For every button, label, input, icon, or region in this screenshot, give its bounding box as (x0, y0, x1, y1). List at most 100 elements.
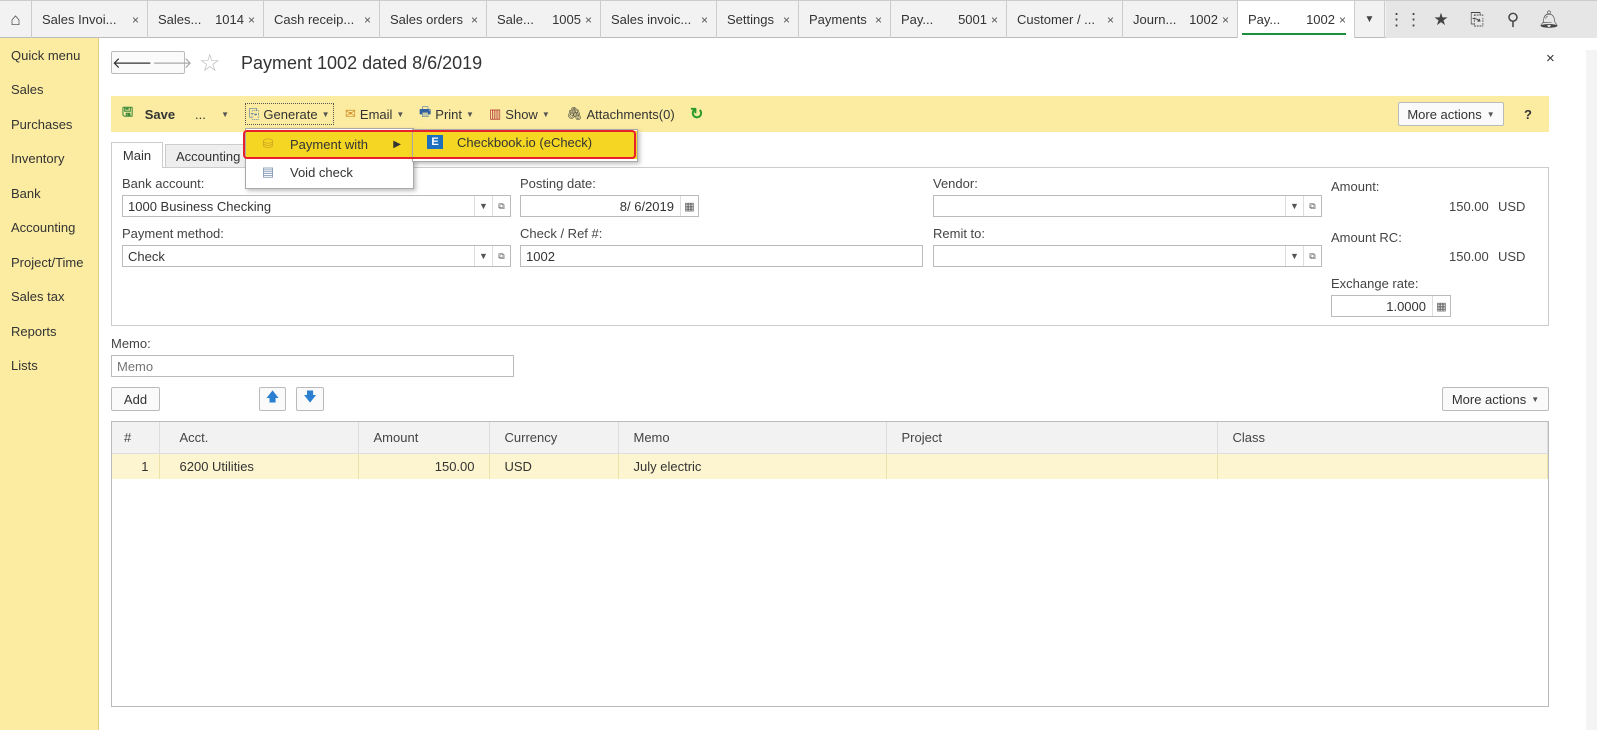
sidebar-item[interactable]: Inventory (0, 142, 98, 177)
cell-acct[interactable]: 6200 Utilities (159, 453, 359, 479)
open-icon[interactable]: ⧉ (1303, 246, 1321, 266)
refresh-icon[interactable]: ↻ (690, 96, 703, 132)
open-icon[interactable]: ⧉ (492, 196, 510, 216)
move-down-button[interactable]: 🡇 (296, 387, 324, 411)
tab[interactable]: Sales orders × (380, 1, 487, 38)
sidebar-item[interactable]: Project/Time (0, 245, 98, 280)
tab[interactable]: Pay... 1002 × (1238, 1, 1355, 38)
bank-account-field[interactable]: 1000 Business Checking ▼ ⧉ (122, 195, 511, 217)
tab-accounting[interactable]: Accounting (165, 144, 255, 168)
save-button[interactable]: 🖫 Save (122, 96, 175, 132)
sidebar-item[interactable]: Sales (0, 73, 98, 108)
tab-close-icon[interactable]: × (1222, 13, 1229, 27)
exchange-rate-field[interactable]: 1.0000 ▦ (1331, 295, 1451, 317)
tab-close-icon[interactable]: × (1107, 13, 1114, 27)
tab[interactable]: Sale... 1005 × (487, 1, 601, 38)
favorites-star-icon[interactable]: ★ (1424, 1, 1458, 38)
email-button[interactable]: ✉ Email ▼ (345, 96, 404, 132)
tab-close-icon[interactable]: × (585, 13, 592, 27)
move-up-button[interactable]: 🡅 (259, 387, 286, 411)
tab-close-icon[interactable]: × (132, 13, 139, 27)
search-icon[interactable]: ⚲ (1496, 1, 1530, 38)
calculator-icon[interactable]: ▦ (1432, 296, 1450, 316)
show-button[interactable]: ▥ Show ▼ (489, 96, 550, 132)
calendar-icon[interactable]: ▦ (680, 196, 698, 216)
tab-title: Payments (809, 12, 867, 27)
tab-close-icon[interactable]: × (471, 13, 478, 27)
col-amount[interactable]: Amount (358, 422, 490, 454)
col-project[interactable]: Project (886, 422, 1218, 454)
menu-item-payment-with[interactable]: ⛁ Payment with ▶ (246, 130, 413, 158)
memo-input[interactable] (111, 355, 514, 377)
close-icon[interactable]: × (1546, 50, 1555, 67)
tab-close-icon[interactable]: × (1339, 13, 1346, 27)
tab[interactable]: Customer / ... × (1007, 1, 1123, 38)
sidebar-item[interactable]: Accounting (0, 211, 98, 246)
cell-memo[interactable]: July electric (618, 453, 887, 479)
add-line-button[interactable]: Add (111, 387, 160, 411)
cell-project[interactable] (886, 453, 1218, 479)
tabs-dropdown-icon[interactable]: ▼ (1355, 1, 1385, 38)
col-class[interactable]: Class (1217, 422, 1548, 454)
sidebar-item[interactable]: Lists (0, 349, 98, 384)
tab-close-icon[interactable]: × (991, 13, 998, 27)
tab-close-icon[interactable]: × (875, 13, 882, 27)
tab[interactable]: Journ... 1002 × (1123, 1, 1238, 38)
scrollbar[interactable] (1586, 50, 1597, 730)
col-currency[interactable]: Currency (489, 422, 619, 454)
tab-close-icon[interactable]: × (783, 13, 790, 27)
sidebar-item[interactable]: Quick menu (0, 38, 98, 73)
attachments-button[interactable]: 🖇︎ Attachments(0) (566, 96, 675, 132)
home-icon[interactable]: ⌂ (0, 1, 32, 38)
tab-close-icon[interactable]: × (701, 13, 708, 27)
dropdown-icon[interactable]: ▼ (1285, 246, 1303, 266)
cell-amount[interactable]: 150.00 (358, 453, 490, 479)
dropdown-icon[interactable]: ▼ (1285, 196, 1303, 216)
tab[interactable]: Sales... 1014 × (148, 1, 264, 38)
generate-button[interactable]: ⎘ Generate ▼ (245, 103, 334, 125)
cell-class[interactable] (1217, 453, 1548, 479)
tab[interactable]: Sales Invoi... × (32, 1, 148, 38)
tab[interactable]: Cash receip... × (264, 1, 380, 38)
open-icon[interactable]: ⧉ (492, 246, 510, 266)
vendor-field[interactable]: ▼ ⧉ (933, 195, 1322, 217)
col-number[interactable]: # (112, 422, 160, 454)
history-icon[interactable]: ⎘ (1460, 1, 1494, 38)
sidebar-item[interactable]: Purchases (0, 107, 98, 142)
print-button[interactable]: 🖶 Print ▼ (419, 96, 474, 132)
tab[interactable]: Payments × (799, 1, 891, 38)
col-acct[interactable]: Acct. (159, 422, 359, 454)
sidebar-item[interactable]: Sales tax (0, 280, 98, 315)
sidebar-item[interactable]: Bank (0, 176, 98, 211)
remit-to-field[interactable]: ▼ ⧉ (933, 245, 1322, 267)
help-button[interactable]: ? (1524, 96, 1532, 132)
tab-title: Pay... (1248, 12, 1281, 27)
posting-date-field[interactable]: 8/ 6/2019 ▦ (520, 195, 699, 217)
forward-arrow-icon[interactable]: 🡒 (152, 53, 192, 72)
tab[interactable]: Pay... 5001 × (891, 1, 1007, 38)
menu-item-void-check[interactable]: ▤ Void check (246, 158, 413, 186)
tab-close-icon[interactable]: × (248, 13, 255, 27)
tab-main[interactable]: Main (111, 142, 163, 168)
favorite-star-icon[interactable]: ☆ (199, 49, 221, 78)
menu-item-checkbook-echeck[interactable]: E Checkbook.io (eCheck) (413, 131, 637, 159)
table-row[interactable]: 1 6200 Utilities 150.00 USD July electri… (112, 453, 1548, 479)
tab-title: Customer / ... (1017, 12, 1096, 27)
open-icon[interactable]: ⧉ (1303, 196, 1321, 216)
dropdown-icon[interactable]: ▼ (474, 196, 492, 216)
cell-currency[interactable]: USD (489, 453, 619, 479)
back-arrow-icon[interactable]: 🡐 (112, 53, 152, 72)
tab-close-icon[interactable]: × (364, 13, 371, 27)
more-actions-button[interactable]: More actions ▼ (1398, 102, 1504, 126)
sidebar-item[interactable]: Reports (0, 314, 98, 349)
tab[interactable]: Sales invoic... × (601, 1, 717, 38)
col-memo[interactable]: Memo (618, 422, 887, 454)
payment-method-field[interactable]: Check ▼ ⧉ (122, 245, 511, 267)
dropdown-icon[interactable]: ▼ (474, 246, 492, 266)
apps-grid-icon[interactable]: ⋮⋮ (1388, 1, 1422, 38)
check-ref-field[interactable]: 1002 (520, 245, 923, 267)
notifications-bell-icon[interactable]: 🔔︎ (1532, 1, 1566, 38)
more-button[interactable]: ... ▼ (195, 96, 229, 132)
lines-more-actions-button[interactable]: More actions ▼ (1442, 387, 1549, 411)
tab[interactable]: Settings × (717, 1, 799, 38)
